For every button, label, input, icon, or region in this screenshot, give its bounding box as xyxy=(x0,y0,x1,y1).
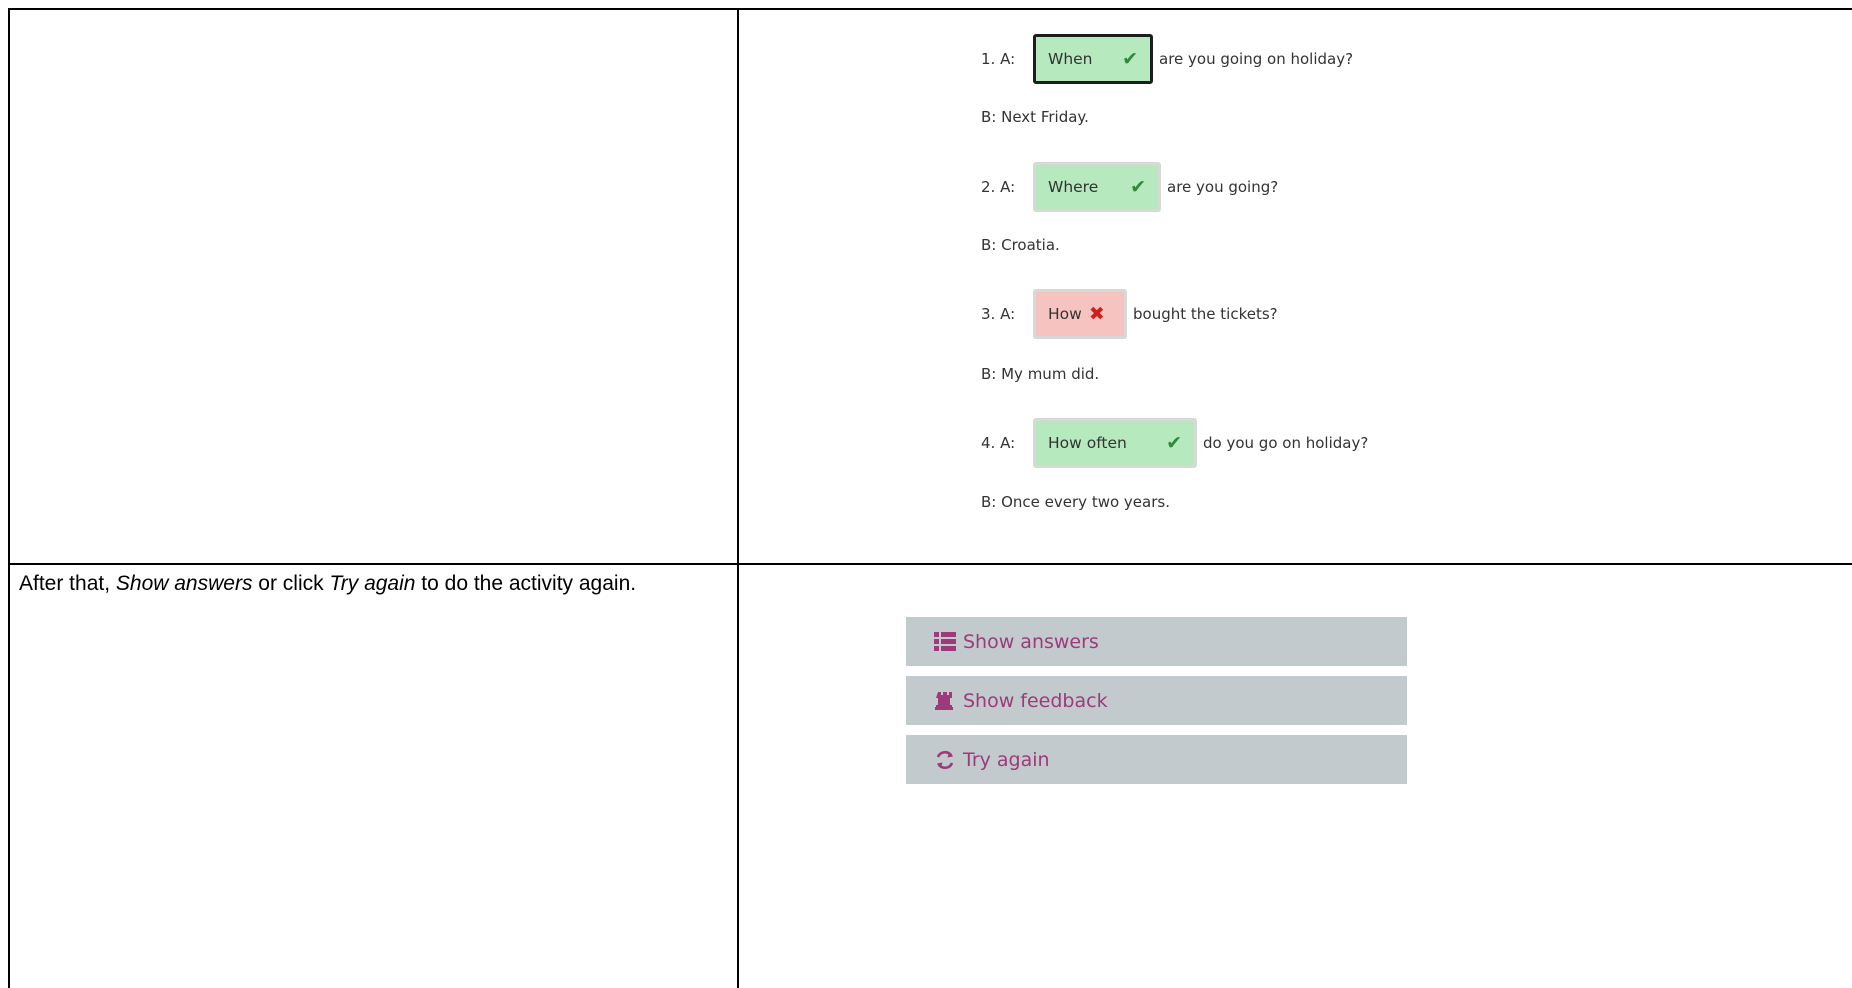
check-icon: ✔ xyxy=(1130,176,1146,198)
answer-reply: B: Croatia. xyxy=(981,236,1060,254)
answer-reply: B: Once every two years. xyxy=(981,493,1170,511)
check-icon: ✔ xyxy=(1166,432,1182,454)
rook-icon xyxy=(933,691,957,711)
question-row: 3. A: How ✖ bought the tickets? xyxy=(981,289,1278,339)
answer-dropdown[interactable]: Where ✔ xyxy=(1033,162,1161,212)
refresh-icon xyxy=(933,749,957,771)
answer-value: How often xyxy=(1048,434,1127,452)
instruction-text: After that, Show answers or click Try ag… xyxy=(19,569,719,598)
table-row-divider xyxy=(8,563,1852,565)
question-text: do you go on holiday? xyxy=(1203,434,1369,452)
answer-reply: B: Next Friday. xyxy=(981,108,1089,126)
check-icon: ✔ xyxy=(1122,48,1138,70)
question-number: 3. A: xyxy=(981,305,1016,323)
answer-reply: B: My mum did. xyxy=(981,365,1100,383)
button-label: Try again xyxy=(963,748,1050,771)
question-text: bought the tickets? xyxy=(1133,305,1278,323)
button-label: Show answers xyxy=(963,630,1099,653)
question-row: 2. A: Where ✔ are you going? xyxy=(981,162,1278,212)
button-label: Show feedback xyxy=(963,689,1108,712)
list-icon xyxy=(933,631,957,652)
question-row: 4. A: How often ✔ do you go on holiday? xyxy=(981,418,1368,468)
question-number: 4. A: xyxy=(981,434,1016,452)
answer-value: Where xyxy=(1048,178,1099,196)
show-answers-button[interactable]: Show answers xyxy=(906,617,1407,666)
cross-icon: ✖ xyxy=(1088,303,1105,325)
instruction-part: to do the activity again. xyxy=(415,572,637,595)
answer-dropdown[interactable]: How often ✔ xyxy=(1033,418,1197,468)
answer-dropdown[interactable]: How ✖ xyxy=(1033,289,1127,339)
instruction-emphasis: Show answers xyxy=(115,572,253,595)
try-again-button[interactable]: Try again xyxy=(906,735,1407,784)
question-text: are you going on holiday? xyxy=(1159,50,1354,68)
question-number: 2. A: xyxy=(981,178,1016,196)
answer-dropdown[interactable]: When ✔ xyxy=(1033,34,1153,84)
table-column-divider xyxy=(737,8,739,988)
question-row: 1. A: When ✔ are you going on holiday? xyxy=(981,34,1353,84)
table-border-left xyxy=(8,8,10,988)
answer-value: When xyxy=(1048,50,1093,68)
question-text: are you going? xyxy=(1167,178,1279,196)
show-feedback-button[interactable]: Show feedback xyxy=(906,676,1407,725)
instruction-emphasis: Try again xyxy=(329,572,416,595)
question-number: 1. A: xyxy=(981,50,1016,68)
table-border-top xyxy=(8,8,1852,10)
answer-value: How xyxy=(1048,305,1082,323)
instruction-part: After that, xyxy=(19,572,116,595)
instruction-part: or click xyxy=(252,572,330,595)
